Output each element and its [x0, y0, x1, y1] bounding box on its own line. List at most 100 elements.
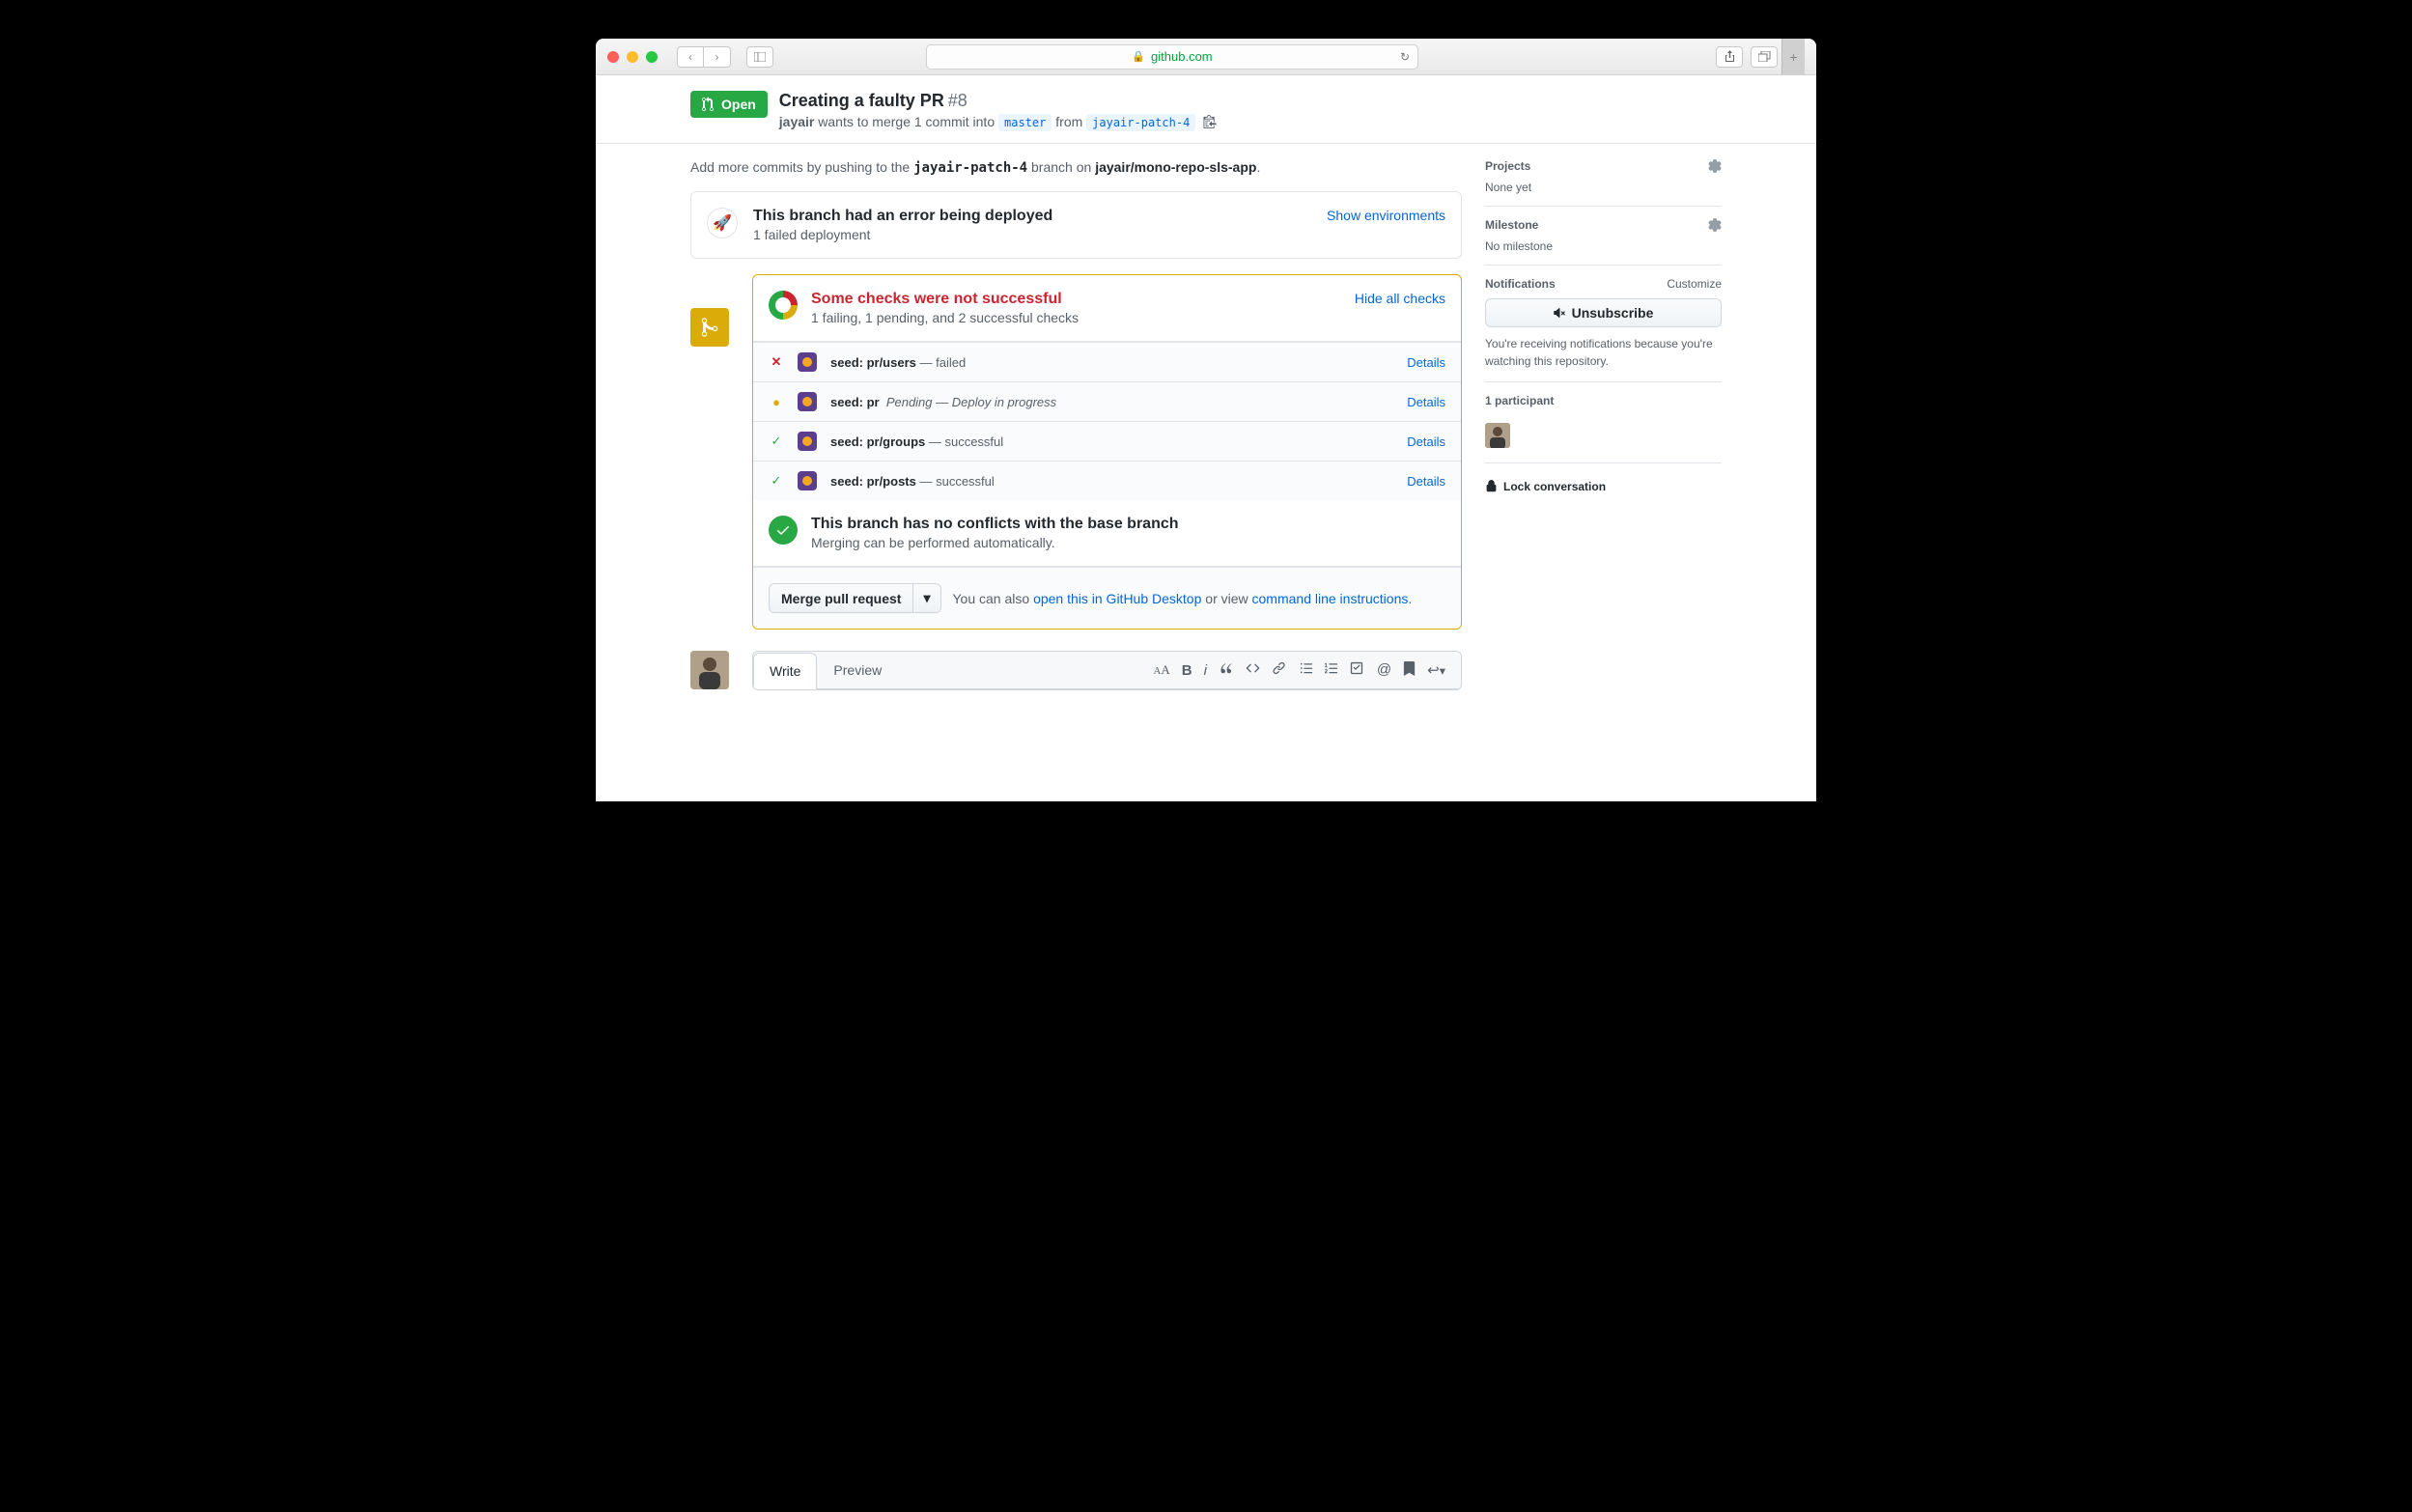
- check-row: ✓ seed: pr/groups — successful Details: [753, 421, 1461, 461]
- lock-conversation[interactable]: Lock conversation: [1485, 463, 1722, 493]
- timeline-merge-icon: [690, 308, 729, 347]
- close-window[interactable]: [607, 51, 619, 63]
- share-button[interactable]: [1716, 46, 1743, 68]
- participants-heading: 1 participant: [1485, 394, 1554, 407]
- hide-checks-link[interactable]: Hide all checks: [1355, 291, 1445, 325]
- user-avatar[interactable]: [690, 651, 729, 689]
- zoom-window[interactable]: [646, 51, 658, 63]
- conflicts-title: This branch has no conflicts with the ba…: [811, 516, 1179, 533]
- new-tab-button[interactable]: +: [1781, 39, 1805, 74]
- check-details-link[interactable]: Details: [1407, 355, 1445, 370]
- lock-icon: 🔒: [1132, 50, 1145, 63]
- status-fail-icon: ✕: [769, 354, 784, 370]
- conflicts-sub: Merging can be performed automatically.: [811, 535, 1179, 550]
- check-app-icon: [798, 432, 817, 451]
- show-environments-link[interactable]: Show environments: [1327, 208, 1445, 223]
- right-toolbar: [1716, 46, 1778, 68]
- check-icon: [769, 516, 798, 545]
- gear-icon[interactable]: [1708, 218, 1722, 232]
- back-button[interactable]: ‹: [677, 46, 704, 68]
- merge-footer: Merge pull request ▾ You can also open t…: [753, 567, 1461, 629]
- comment-box: Write Preview AA B i: [752, 651, 1462, 690]
- reload-icon[interactable]: ↻: [1400, 50, 1410, 64]
- projects-value: None yet: [1485, 181, 1722, 194]
- check-details-link[interactable]: Details: [1407, 474, 1445, 489]
- page-content: Open Creating a faulty PR #8 jayair want…: [596, 75, 1816, 801]
- checks-title: Some checks were not successful: [811, 291, 1079, 308]
- open-desktop-link[interactable]: open this in GitHub Desktop: [1033, 591, 1201, 606]
- pr-header: Open Creating a faulty PR #8 jayair want…: [596, 75, 1816, 144]
- sidebar: Projects None yet Milestone No milestone…: [1485, 159, 1722, 493]
- check-name: seed: pr/users: [830, 355, 916, 370]
- check-name: seed: pr/groups: [830, 434, 925, 449]
- check-desc: — failed: [916, 355, 966, 370]
- check-app-icon: [798, 352, 817, 372]
- preview-tab[interactable]: Preview: [817, 652, 898, 688]
- pr-number: #8: [948, 91, 968, 110]
- check-name: seed: pr: [830, 395, 880, 409]
- unsubscribe-button[interactable]: Unsubscribe: [1485, 298, 1722, 327]
- check-row: ●seed: pr Pending — Deploy in progressDe…: [753, 381, 1461, 421]
- write-tab[interactable]: Write: [753, 653, 817, 689]
- ol-icon[interactable]: [1325, 661, 1338, 679]
- milestone-value: No milestone: [1485, 239, 1722, 253]
- check-details-link[interactable]: Details: [1407, 434, 1445, 449]
- url-host: github.com: [1151, 49, 1213, 64]
- status-pending-icon: ●: [769, 395, 784, 409]
- heading-icon[interactable]: AA: [1154, 662, 1170, 679]
- base-branch[interactable]: master: [998, 114, 1052, 131]
- check-desc: — successful: [925, 434, 1003, 449]
- gear-icon[interactable]: [1708, 159, 1722, 173]
- status-pass-icon: ✓: [769, 473, 784, 489]
- checks-donut-icon: [769, 291, 798, 320]
- projects-heading: Projects: [1485, 159, 1530, 173]
- traffic-lights: [607, 51, 658, 63]
- status-pass-icon: ✓: [769, 434, 784, 449]
- check-name: seed: pr/posts: [830, 474, 916, 489]
- push-hint: Add more commits by pushing to the jayai…: [690, 159, 1462, 176]
- quote-icon[interactable]: [1220, 661, 1234, 679]
- customize-link[interactable]: Customize: [1667, 277, 1722, 291]
- browser-window: ‹ › 🔒 github.com ↻ + Open: [596, 39, 1816, 801]
- code-icon[interactable]: [1246, 661, 1260, 679]
- participant-avatar[interactable]: [1485, 423, 1510, 448]
- notifications-heading: Notifications: [1485, 277, 1556, 291]
- tabs-button[interactable]: [1751, 46, 1778, 68]
- sidebar-toggle[interactable]: [746, 46, 773, 68]
- rocket-icon: 🚀: [707, 208, 738, 238]
- nav-buttons: ‹ ›: [677, 46, 731, 68]
- git-pull-request-icon: [702, 97, 715, 112]
- lock-icon: [1485, 479, 1498, 493]
- checks-summary: 1 failing, 1 pending, and 2 successful c…: [811, 310, 1079, 325]
- tasklist-icon[interactable]: [1350, 661, 1363, 679]
- head-branch[interactable]: jayair-patch-4: [1086, 114, 1195, 131]
- pr-state-text: Open: [721, 97, 756, 112]
- minimize-window[interactable]: [627, 51, 638, 63]
- bold-icon[interactable]: B: [1182, 662, 1192, 679]
- check-app-icon: [798, 471, 817, 490]
- check-app-icon: [798, 392, 817, 411]
- pr-author[interactable]: jayair: [779, 114, 815, 129]
- check-row: ✓seed: pr/posts — successfulDetails: [753, 461, 1461, 500]
- merge-options-dropdown[interactable]: ▾: [913, 583, 940, 613]
- link-icon[interactable]: [1272, 661, 1286, 679]
- url-bar[interactable]: 🔒 github.com ↻: [926, 44, 1418, 70]
- check-row: ✕ seed: pr/users — failed Details: [753, 342, 1461, 381]
- mention-icon[interactable]: @: [1377, 661, 1391, 680]
- pr-state-badge: Open: [690, 91, 768, 118]
- deploy-sub: 1 failed deployment: [753, 227, 1052, 242]
- notification-note: You're receiving notifications because y…: [1485, 335, 1722, 370]
- merge-pr-button[interactable]: Merge pull request: [769, 583, 913, 613]
- check-details-link[interactable]: Details: [1407, 395, 1445, 409]
- forward-button[interactable]: ›: [704, 46, 731, 68]
- copy-branch-icon[interactable]: [1203, 116, 1217, 131]
- saved-reply-icon[interactable]: [1403, 661, 1416, 680]
- ul-icon[interactable]: [1300, 661, 1313, 679]
- milestone-heading: Milestone: [1485, 218, 1538, 232]
- titlebar: ‹ › 🔒 github.com ↻ +: [596, 39, 1816, 75]
- italic-icon[interactable]: i: [1204, 662, 1207, 679]
- cli-instructions-link[interactable]: command line instructions: [1252, 591, 1409, 606]
- markdown-toolbar: AA B i: [1154, 661, 1454, 680]
- reply-icon[interactable]: ↩▾: [1427, 661, 1445, 680]
- deployment-box: 🚀 This branch had an error being deploye…: [690, 191, 1462, 259]
